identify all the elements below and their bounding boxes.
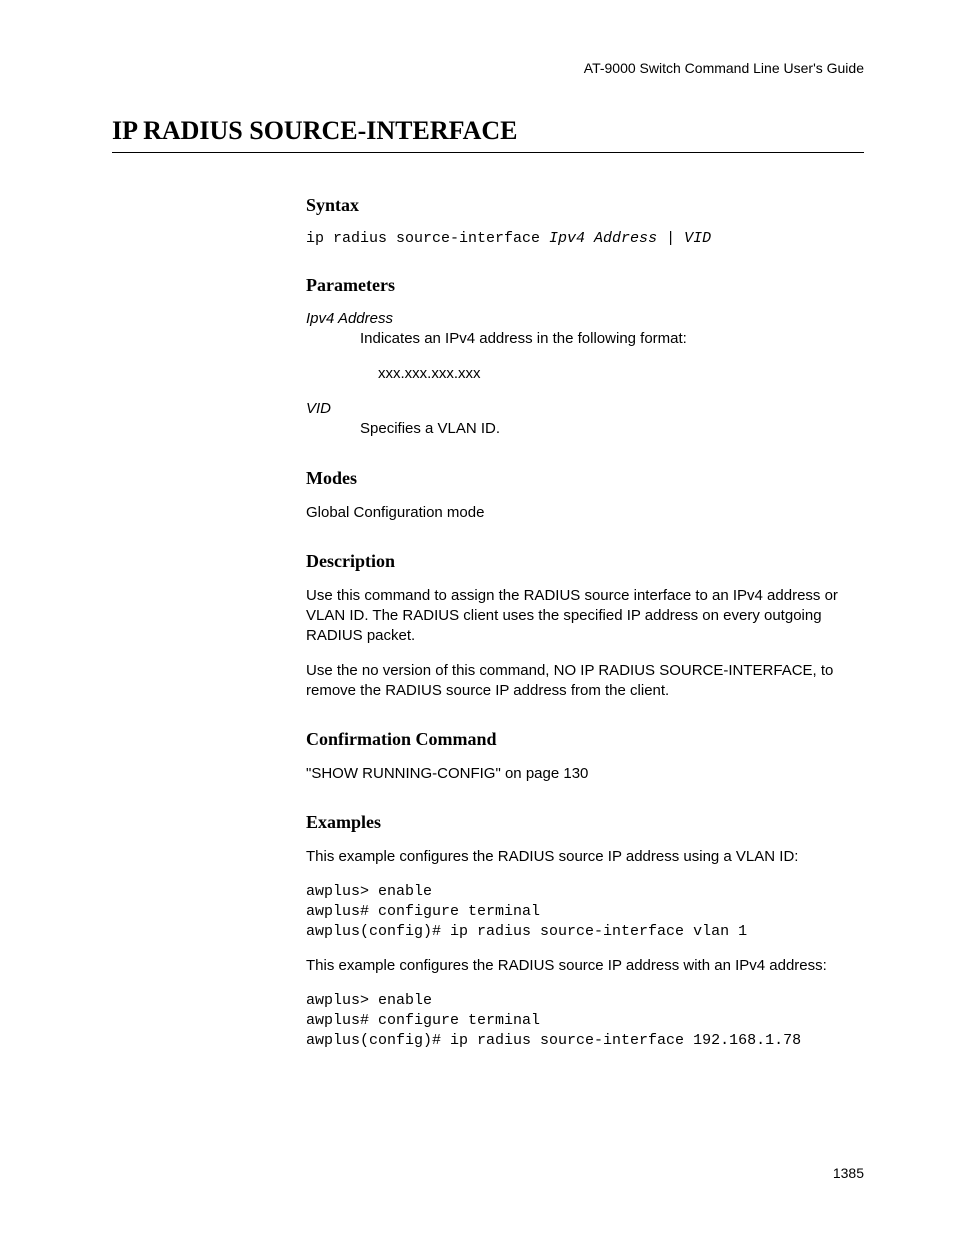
syntax-heading: Syntax (306, 195, 864, 216)
confirmation-text: "SHOW RUNNING-CONFIG" on page 130 (306, 764, 864, 784)
syntax-command: ip radius source-interface Ipv4 Address … (306, 230, 864, 247)
description-p1: Use this command to assign the RADIUS so… (306, 586, 864, 647)
examples-intro2: This example configures the RADIUS sourc… (306, 956, 864, 976)
syntax-args: Ipv4 Address | VID (549, 230, 711, 247)
param-term-vid: VID (306, 400, 864, 417)
description-heading: Description (306, 551, 864, 572)
parameters-heading: Parameters (306, 275, 864, 296)
param-desc-vid: Specifies a VLAN ID. (360, 419, 864, 439)
param-term-ipv4: Ipv4 Address (306, 310, 864, 327)
modes-text: Global Configuration mode (306, 503, 864, 523)
command-title: IP RADIUS SOURCE-INTERFACE (112, 116, 864, 153)
param-sub-ipv4-format: xxx.xxx.xxx.xxx (378, 365, 864, 382)
description-p2: Use the no version of this command, NO I… (306, 661, 864, 702)
syntax-prefix: ip radius source-interface (306, 230, 549, 247)
examples-code2: awplus> enable awplus# configure termina… (306, 991, 864, 1052)
confirmation-heading: Confirmation Command (306, 729, 864, 750)
examples-heading: Examples (306, 812, 864, 833)
param-desc-ipv4: Indicates an IPv4 address in the followi… (360, 329, 864, 349)
content-column: Syntax ip radius source-interface Ipv4 A… (306, 195, 864, 1051)
modes-heading: Modes (306, 468, 864, 489)
page-number: 1385 (833, 1165, 864, 1181)
examples-code1: awplus> enable awplus# configure termina… (306, 882, 864, 943)
examples-intro1: This example configures the RADIUS sourc… (306, 847, 864, 867)
doc-header-title: AT-9000 Switch Command Line User's Guide (584, 60, 864, 76)
